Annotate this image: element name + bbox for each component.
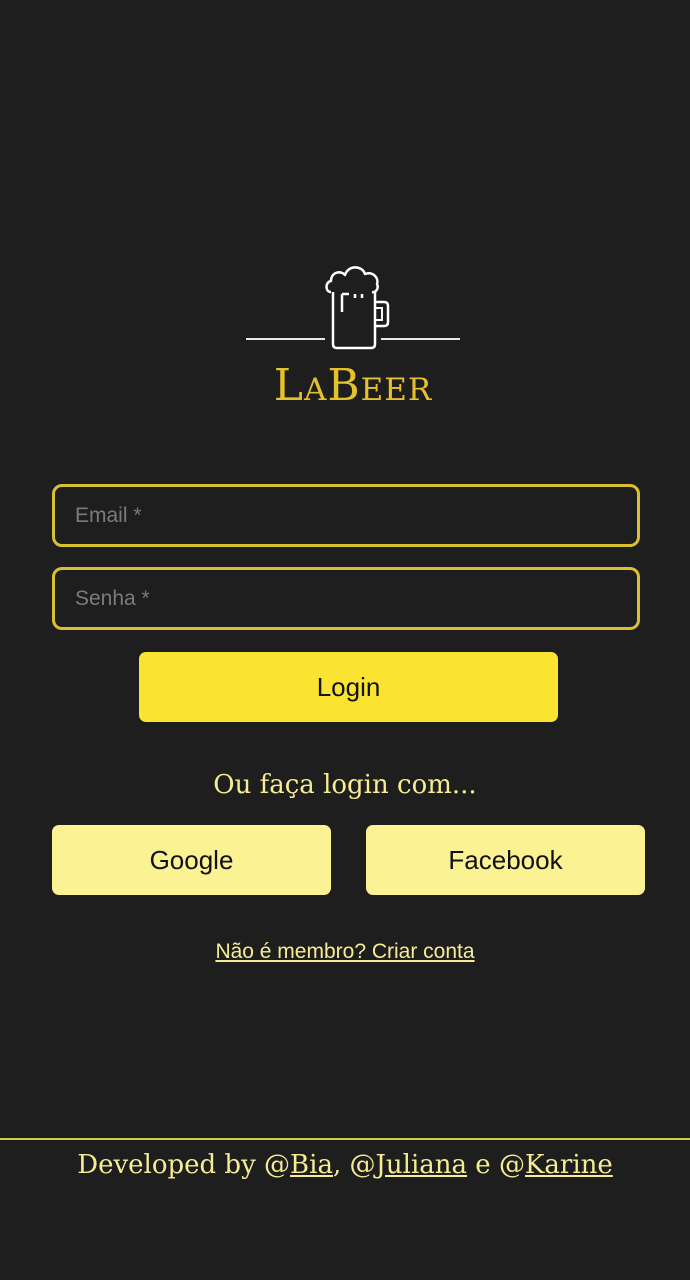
author-link-karine[interactable]: Karine <box>525 1150 613 1180</box>
logo: LaBeer <box>245 262 461 412</box>
footer-separator: e @ <box>467 1150 525 1180</box>
brand-name: LaBeer <box>273 360 433 411</box>
beer-mug-icon <box>246 266 460 350</box>
login-button[interactable]: Login <box>139 652 558 722</box>
password-input[interactable] <box>55 570 637 627</box>
signup-link[interactable]: Não é membro? Criar conta <box>0 940 690 964</box>
email-field[interactable] <box>52 484 640 547</box>
email-input[interactable] <box>55 487 637 544</box>
social-login-prompt: Ou faça login com... <box>213 770 477 800</box>
facebook-login-button[interactable]: Facebook <box>366 825 645 895</box>
google-login-button[interactable]: Google <box>52 825 331 895</box>
footer-credits: Developed by @Bia, @Juliana e @Karine <box>0 1150 690 1180</box>
author-link-bia[interactable]: Bia <box>290 1150 333 1180</box>
footer-prefix: Developed by @ <box>77 1150 291 1180</box>
footer-divider <box>0 1138 690 1140</box>
author-link-juliana[interactable]: Juliana <box>376 1150 468 1180</box>
footer-separator: , @ <box>332 1150 376 1180</box>
password-field[interactable] <box>52 567 640 630</box>
